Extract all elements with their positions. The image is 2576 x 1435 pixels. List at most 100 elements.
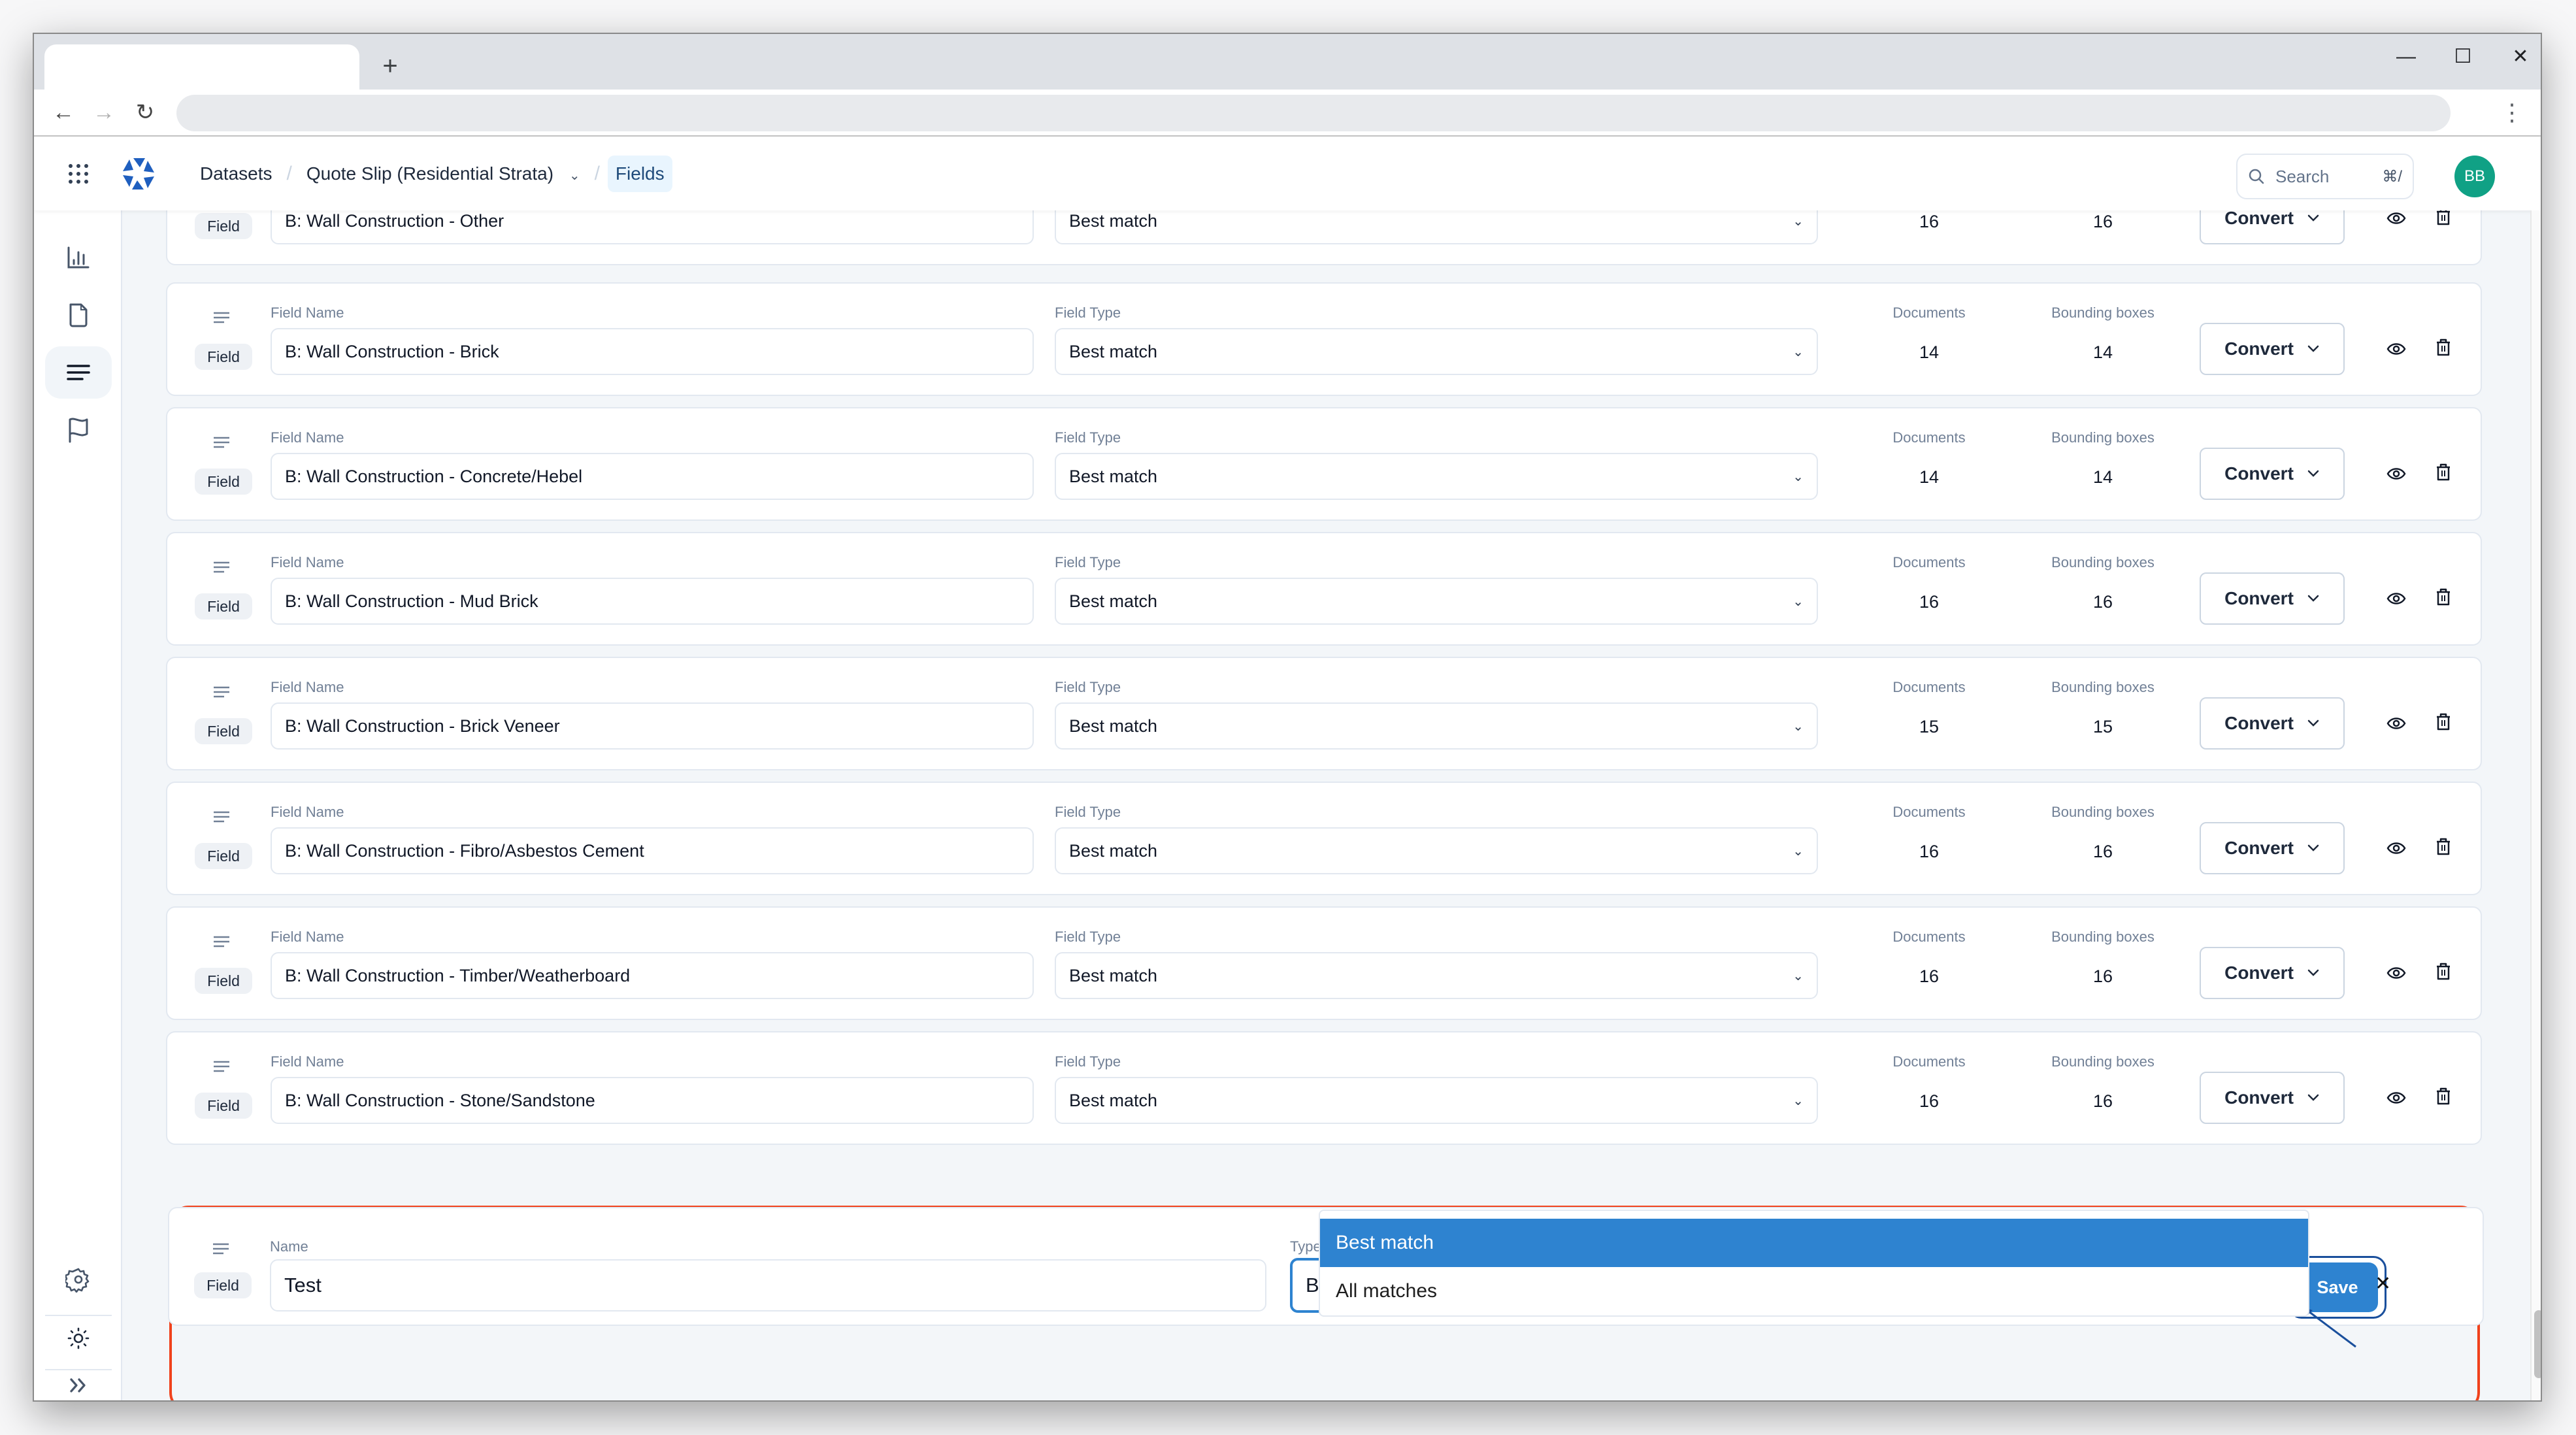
new-field-name-value: Test (284, 1274, 322, 1296)
convert-button[interactable]: Convert (2200, 947, 2345, 999)
field-type-value: Best match (1069, 716, 1158, 736)
logo-icon[interactable] (119, 154, 158, 193)
convert-label: Convert (2224, 463, 2294, 484)
forward-icon[interactable]: → (88, 96, 120, 129)
eye-icon (2386, 593, 2406, 604)
sidebar-item-documents[interactable] (45, 289, 112, 341)
field-name-input[interactable]: B: Wall Construction - Other (271, 210, 1034, 244)
dropdown-option-all-matches[interactable]: All matches (1320, 1267, 2308, 1315)
browser-tab[interactable] (44, 44, 359, 90)
cancel-icon[interactable]: ✕ (2375, 1272, 2391, 1295)
preview-button[interactable] (2385, 462, 2408, 486)
field-name-input[interactable]: B: Wall Construction - Brick (271, 328, 1034, 375)
sidebar-item-fields[interactable] (45, 346, 112, 399)
scrollbar-thumb[interactable] (2534, 1310, 2541, 1378)
convert-button[interactable]: Convert (2200, 210, 2345, 244)
dropdown-option-best-match[interactable]: Best match (1320, 1219, 2308, 1267)
new-tab-button[interactable]: + (374, 50, 406, 82)
field-name-input[interactable]: B: Wall Construction - Timber/Weatherboa… (271, 952, 1034, 999)
field-type-select[interactable]: Best match ⌄ (1055, 328, 1818, 375)
bounding-boxes-count: 16 (2092, 966, 2113, 986)
preview-button[interactable] (2385, 961, 2408, 985)
chevron-down-icon (2307, 1094, 2319, 1101)
bounding-boxes-count: 16 (2092, 1091, 2113, 1111)
preview-button[interactable] (2385, 712, 2408, 735)
drag-handle-icon[interactable] (213, 935, 230, 948)
field-type-select[interactable]: Best match ⌄ (1055, 827, 1818, 874)
convert-button[interactable]: Convert (2200, 822, 2345, 874)
chevron-down-icon[interactable]: ⌄ (569, 169, 580, 183)
drag-handle-icon[interactable] (213, 436, 230, 449)
eye-icon (2386, 1092, 2406, 1104)
delete-button[interactable] (2432, 710, 2455, 734)
breadcrumb-datasets[interactable]: Datasets (193, 158, 279, 190)
preview-button[interactable] (2385, 587, 2408, 610)
delete-button[interactable] (2432, 586, 2455, 609)
delete-button[interactable] (2432, 960, 2455, 983)
convert-button[interactable]: Convert (2200, 697, 2345, 750)
preview-button[interactable] (2385, 337, 2408, 361)
search-icon (2249, 169, 2264, 184)
maximize-button[interactable]: ☐ (2440, 41, 2486, 73)
sidebar-item-flags[interactable] (45, 404, 112, 456)
field-type-value: Best match (1069, 591, 1158, 611)
breadcrumb: Datasets / Quote Slip (Residential Strat… (193, 137, 672, 210)
minimize-button[interactable]: — (2383, 41, 2429, 73)
field-type-select[interactable]: Best match ⌄ (1055, 210, 1818, 244)
breadcrumb-fields[interactable]: Fields (607, 155, 672, 192)
convert-button[interactable]: Convert (2200, 572, 2345, 625)
preview-button[interactable] (2385, 836, 2408, 860)
field-type-select[interactable]: Best match ⌄ (1055, 952, 1818, 999)
reload-icon[interactable]: ↻ (129, 96, 161, 129)
sidebar-item-settings[interactable] (45, 1253, 112, 1306)
convert-button[interactable]: Convert (2200, 323, 2345, 375)
sidebar-item-analytics[interactable] (45, 231, 112, 284)
delete-button[interactable] (2432, 336, 2455, 359)
convert-button[interactable]: Convert (2200, 1072, 2345, 1124)
drag-handle-icon[interactable] (213, 561, 230, 574)
back-icon[interactable]: ← (47, 96, 80, 129)
search-input[interactable]: Search ⌘/ (2236, 154, 2414, 199)
field-type-select[interactable]: Best match ⌄ (1055, 453, 1818, 500)
documents-count: 15 (1919, 717, 1940, 736)
field-name-input[interactable]: B: Wall Construction - Mud Brick (271, 578, 1034, 625)
convert-button[interactable]: Convert (2200, 448, 2345, 500)
field-name-value: B: Wall Construction - Timber/Weatherboa… (285, 965, 631, 985)
breadcrumb-dataset[interactable]: Quote Slip (Residential Strata) ⌄ (300, 158, 587, 190)
browser-menu-icon[interactable]: ⋮ (2500, 96, 2524, 129)
documents-count: 14 (1919, 342, 1940, 362)
chevron-down-icon (2307, 844, 2319, 851)
delete-button[interactable] (2432, 835, 2455, 859)
trash-icon (2437, 1087, 2450, 1105)
bounding-boxes-label: Bounding boxes (2051, 429, 2155, 446)
delete-button[interactable] (2432, 461, 2455, 484)
field-type-select[interactable]: Best match ⌄ (1055, 1077, 1818, 1124)
close-window-button[interactable]: ✕ (2498, 41, 2541, 73)
delete-button[interactable] (2432, 210, 2455, 229)
breadcrumb-separator: / (594, 162, 600, 184)
field-name-input[interactable]: B: Wall Construction - Fibro/Asbestos Ce… (271, 827, 1034, 874)
drag-handle-icon[interactable] (213, 810, 230, 823)
delete-button[interactable] (2432, 1085, 2455, 1108)
new-field-name-input[interactable]: Test (270, 1259, 1266, 1311)
field-name-input[interactable]: B: Wall Construction - Concrete/Hebel (271, 453, 1034, 500)
drag-handle-icon[interactable] (213, 685, 230, 699)
avatar[interactable]: BB (2454, 156, 2495, 197)
address-bar[interactable] (176, 95, 2451, 131)
preview-button[interactable] (2385, 1086, 2408, 1110)
bounding-boxes-label: Bounding boxes (2051, 929, 2155, 945)
field-type-select[interactable]: Best match ⌄ (1055, 702, 1818, 750)
field-name-input[interactable]: B: Wall Construction - Brick Veneer (271, 702, 1034, 750)
field-type-value: Best match (1069, 1090, 1158, 1110)
app-grid-icon[interactable] (67, 162, 90, 186)
preview-button[interactable] (2385, 210, 2408, 230)
field-type-select[interactable]: Best match ⌄ (1055, 578, 1818, 625)
drag-handle-icon[interactable] (212, 1242, 229, 1255)
drag-handle-icon[interactable] (213, 1060, 230, 1073)
drag-handle-icon[interactable] (213, 311, 230, 324)
field-row: Field Field Name B: Wall Construction - … (166, 210, 2482, 265)
field-name-input[interactable]: B: Wall Construction - Stone/Sandstone (271, 1077, 1034, 1124)
scrollbar[interactable] (2530, 210, 2541, 1400)
bar-chart-icon (67, 246, 90, 269)
sidebar-expand-button[interactable] (45, 1346, 112, 1400)
